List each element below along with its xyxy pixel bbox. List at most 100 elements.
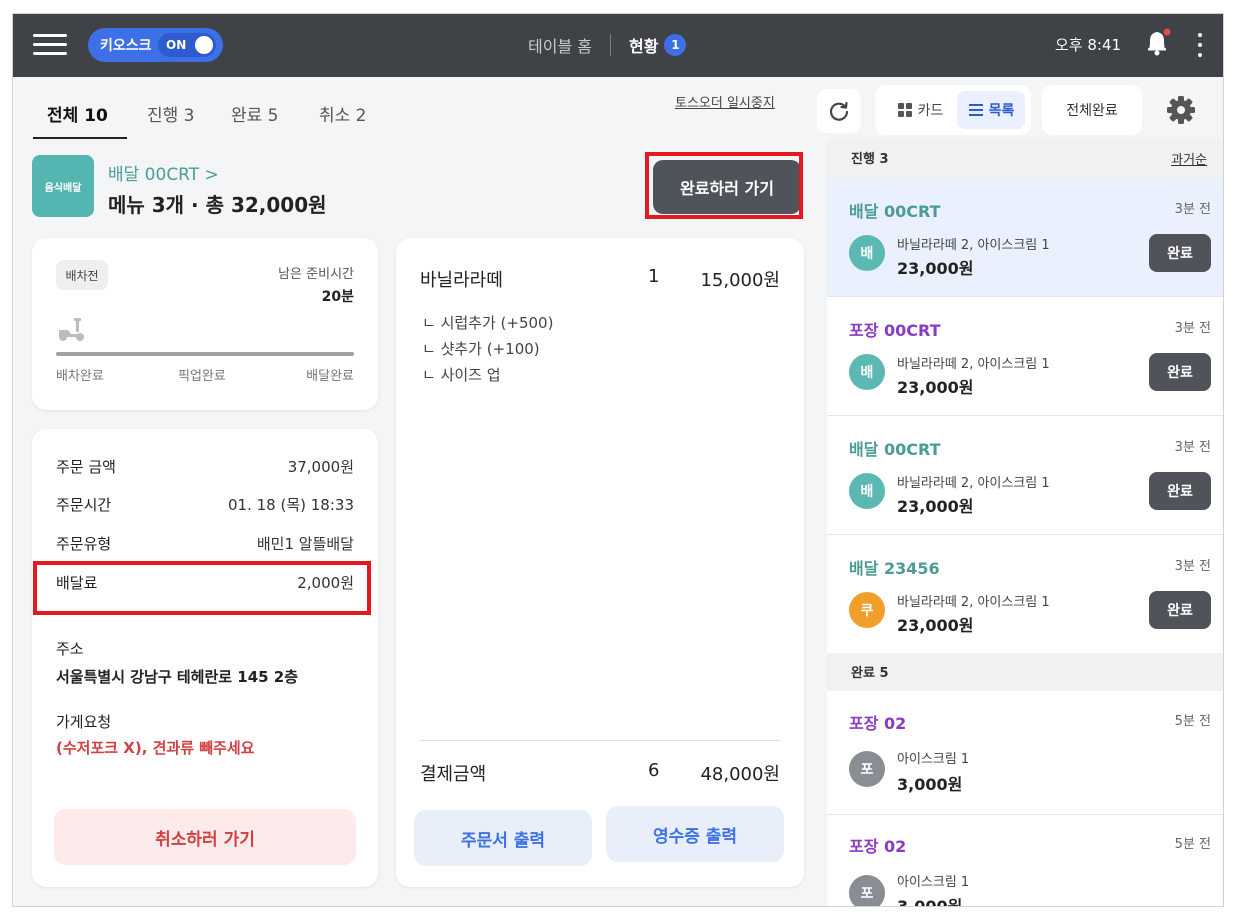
avatar: 포	[849, 875, 885, 906]
menu-card: 바닐라라떼 1 15,000원 ㄴ 시럽추가 (+500) ㄴ 샷추가 (+10…	[396, 238, 804, 887]
view-toggle: 카드 목록	[875, 85, 1031, 135]
address-value: 서울특별시 강남구 테헤란로 145 2층	[56, 668, 299, 686]
item-time: 3분 전	[1174, 321, 1211, 336]
item-time: 3분 전	[1174, 559, 1211, 574]
avatar: 쿠	[849, 592, 885, 628]
print-order-button[interactable]: 주문서 출력	[414, 810, 592, 866]
item-menu: 바닐라라떼 2, 아이스크림 1	[897, 595, 1050, 610]
tab-cancelled[interactable]: 취소 2	[319, 101, 367, 126]
list-item[interactable]: 배달 00CRT 3분 전 배 바닐라라떼 2, 아이스크림 1 23,000원…	[827, 179, 1223, 297]
bell-icon[interactable]	[1145, 28, 1171, 58]
hamburger-menu-icon[interactable]	[33, 32, 67, 58]
active-tab-indicator	[33, 137, 127, 139]
list-item[interactable]: 포장 00CRT 3분 전 배 바닐라라떼 2, 아이스크림 1 23,000원…	[827, 298, 1223, 416]
clock: 오후 8:41	[1055, 36, 1122, 54]
scooter-icon	[56, 316, 88, 342]
info-row-order-time: 주문시간 01. 18 (목) 18:33	[56, 494, 354, 515]
address-label: 주소	[56, 640, 84, 658]
item-price: 3,000원	[897, 897, 963, 907]
item-price: 23,000원	[897, 259, 974, 278]
order-code-link[interactable]: 배달 00CRT >	[108, 160, 219, 185]
status-link[interactable]: 현황	[629, 33, 658, 57]
menu-item-name: 바닐라라떼	[420, 270, 503, 291]
kiosk-app-window: 키오스크 ON 테이블 홈 현황 1 오후 8:41 전체 10 진행 3 완료…	[12, 13, 1224, 907]
status-count-badge: 1	[664, 34, 687, 56]
delivery-progress-bar	[56, 352, 354, 356]
list-item[interactable]: 배달 23456 3분 전 쿠 바닐라라떼 2, 아이스크림 1 23,000원…	[827, 536, 1223, 653]
item-menu: 바닐라라떼 2, 아이스크림 1	[897, 476, 1050, 491]
highlight-box	[645, 152, 803, 219]
info-value: 37,000원	[287, 458, 354, 476]
list-view-label: 목록	[988, 103, 1015, 119]
complete-button[interactable]: 완료	[1149, 353, 1211, 391]
step-dispatched: 배차완료	[56, 369, 104, 384]
top-nav: 테이블 홈 현황 1	[528, 32, 687, 58]
item-code: 포장 00CRT	[849, 321, 941, 340]
menu-item-qty: 1	[648, 266, 660, 287]
remaining-time-label: 남은 준비시간	[278, 267, 354, 282]
tab-in-progress[interactable]: 진행 3	[147, 101, 195, 126]
item-menu: 아이스크림 1	[897, 875, 970, 890]
menu-option: ㄴ 사이즈 업	[422, 366, 501, 384]
complete-button[interactable]: 완료	[1149, 472, 1211, 510]
kiosk-toggle[interactable]: 키오스크 ON	[88, 28, 223, 62]
more-options-icon[interactable]	[1197, 33, 1203, 57]
item-price: 3,000원	[897, 775, 963, 794]
item-menu: 바닐라라떼 2, 아이스크림 1	[897, 357, 1050, 372]
menu-option: ㄴ 샷추가 (+100)	[422, 340, 540, 358]
order-list-panel: 진행 3 과거순 배달 00CRT 3분 전 배 바닐라라떼 2, 아이스크림 …	[827, 139, 1223, 907]
list-icon	[968, 104, 983, 116]
item-time: 5분 전	[1174, 837, 1211, 852]
kiosk-switch[interactable]: ON	[158, 33, 216, 57]
item-time: 3분 전	[1174, 440, 1211, 455]
grid-icon	[897, 103, 912, 117]
section-title: 진행 3	[851, 152, 889, 167]
info-row-order-amount: 주문 금액 37,000원	[56, 456, 354, 477]
sort-link[interactable]: 과거순	[1171, 149, 1207, 168]
complete-button[interactable]: 완료	[1149, 234, 1211, 272]
list-item[interactable]: 포장 02 5분 전 포 아이스크림 1 3,000원	[827, 691, 1223, 815]
item-time: 3분 전	[1174, 202, 1211, 217]
item-code: 배달 00CRT	[849, 440, 941, 459]
menu-item-price: 15,000원	[700, 270, 780, 291]
step-delivered: 배달완료	[306, 369, 354, 384]
tab-complete[interactable]: 완료 5	[231, 101, 279, 126]
refresh-icon[interactable]	[817, 89, 861, 133]
pause-order-link[interactable]: 토스오더 일시중지	[675, 92, 775, 111]
item-price: 23,000원	[897, 378, 974, 397]
print-receipt-button[interactable]: 영수증 출력	[606, 806, 784, 862]
section-complete-header: 완료 5	[827, 653, 1223, 691]
info-label: 주문 금액	[56, 458, 116, 476]
complete-all-button[interactable]: 전체완료	[1042, 85, 1142, 135]
menu-option: ㄴ 시럽추가 (+500)	[422, 314, 554, 332]
item-price: 23,000원	[897, 497, 974, 516]
kiosk-label: 키오스크	[100, 38, 152, 54]
table-home-link[interactable]: 테이블 홈	[528, 33, 592, 57]
list-item[interactable]: 배달 00CRT 3분 전 배 바닐라라떼 2, 아이스크림 1 23,000원…	[827, 417, 1223, 535]
card-view-button[interactable]: 카드	[883, 91, 957, 129]
divider	[609, 34, 611, 56]
list-view-button[interactable]: 목록	[957, 91, 1025, 129]
tab-all[interactable]: 전체 10	[47, 101, 108, 126]
card-view-label: 카드	[917, 103, 944, 119]
item-code: 포장 02	[849, 837, 907, 856]
gear-icon[interactable]	[1165, 94, 1197, 126]
complete-button[interactable]: 완료	[1149, 591, 1211, 629]
item-code: 배달 00CRT	[849, 202, 941, 221]
step-picked-up: 픽업완료	[178, 369, 226, 384]
payment-qty: 6	[648, 760, 660, 781]
info-value: 01. 18 (목) 18:33	[228, 496, 354, 514]
order-info-card: 주문 금액 37,000원 주문시간 01. 18 (목) 18:33 주문유형…	[32, 429, 378, 887]
item-code: 배달 23456	[849, 559, 940, 578]
order-summary: 메뉴 3개 · 총 32,000원	[108, 193, 327, 217]
remaining-time-value: 20분	[321, 289, 354, 305]
goto-cancel-button[interactable]: 취소하러 가기	[54, 809, 356, 865]
highlight-box	[33, 561, 371, 615]
top-bar: 키오스크 ON 테이블 홈 현황 1 오후 8:41	[13, 14, 1223, 77]
list-item[interactable]: 포장 02 5분 전 포 아이스크림 1 3,000원	[827, 815, 1223, 907]
avatar: 배	[849, 354, 885, 390]
info-value: 배민1 알뜰배달	[256, 535, 354, 553]
section-title: 완료 5	[851, 666, 889, 681]
delivery-app-logo: 음식배달	[32, 155, 94, 217]
kiosk-state: ON	[166, 38, 187, 52]
